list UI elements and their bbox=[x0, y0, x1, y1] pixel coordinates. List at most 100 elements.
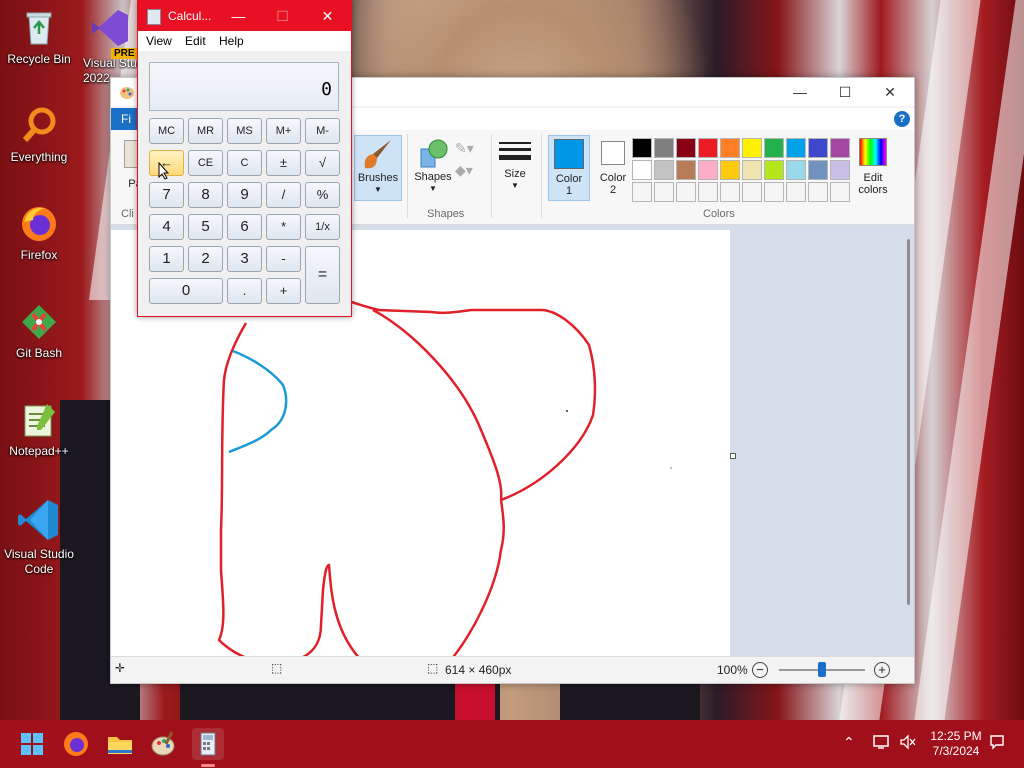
palette-swatch[interactable] bbox=[786, 160, 806, 180]
key-1[interactable]: 1 bbox=[149, 246, 184, 272]
taskbar-paint[interactable] bbox=[148, 728, 180, 760]
palette-swatch[interactable] bbox=[676, 160, 696, 180]
palette-swatch[interactable] bbox=[654, 160, 674, 180]
calculator-minimize-button[interactable]: — bbox=[216, 1, 261, 31]
key-0[interactable]: 0 bbox=[149, 278, 223, 304]
key-m-minus[interactable]: M- bbox=[305, 118, 340, 144]
key-ms[interactable]: MS bbox=[227, 118, 262, 144]
palette-swatch[interactable] bbox=[742, 138, 762, 158]
taskbar-firefox[interactable] bbox=[60, 728, 92, 760]
palette-swatch[interactable] bbox=[808, 138, 828, 158]
key-7[interactable]: 7 bbox=[149, 182, 184, 208]
shapes-button[interactable]: Shapes ▼ bbox=[413, 135, 453, 195]
color1-button[interactable]: Color 1 bbox=[548, 135, 590, 201]
recycle-bin-shortcut[interactable]: Recycle Bin bbox=[1, 8, 77, 67]
zoom-out-button[interactable]: − bbox=[752, 662, 768, 678]
custom-color-slot[interactable] bbox=[676, 182, 696, 202]
menu-view[interactable]: View bbox=[146, 34, 172, 48]
custom-color-slot[interactable] bbox=[786, 182, 806, 202]
clock[interactable]: 12:25 PM 7/3/2024 bbox=[930, 729, 982, 759]
palette-swatch[interactable] bbox=[742, 160, 762, 180]
calculator-close-button[interactable]: ✕ bbox=[305, 1, 350, 31]
palette-swatch[interactable] bbox=[676, 138, 696, 158]
volume-muted-icon[interactable] bbox=[899, 734, 917, 753]
zoom-slider-track[interactable] bbox=[779, 662, 865, 677]
key-6[interactable]: 6 bbox=[227, 214, 262, 240]
key-multiply[interactable]: * bbox=[266, 214, 301, 240]
size-button[interactable]: Size ▼ bbox=[497, 138, 533, 192]
brushes-button[interactable]: Brushes ▼ bbox=[354, 135, 402, 201]
calculator-titlebar[interactable]: Calcul... — ☐ ✕ bbox=[138, 1, 351, 31]
custom-color-slot[interactable] bbox=[764, 182, 784, 202]
key-subtract[interactable]: - bbox=[266, 246, 301, 272]
key-plus-minus[interactable]: ± bbox=[266, 150, 301, 176]
palette-swatch[interactable] bbox=[698, 160, 718, 180]
key-mr[interactable]: MR bbox=[188, 118, 223, 144]
palette-swatch[interactable] bbox=[764, 138, 784, 158]
key-reciprocal[interactable]: 1/x bbox=[305, 214, 340, 240]
calculator-maximize-button[interactable]: ☐ bbox=[260, 1, 305, 31]
everything-shortcut[interactable]: Everything bbox=[1, 106, 77, 165]
show-hidden-icons-chevron-icon[interactable]: ⌃ bbox=[843, 734, 855, 751]
vscode-shortcut[interactable]: Visual Studio Code bbox=[1, 497, 77, 577]
notepad-plus-plus-shortcut[interactable]: Notepad++ bbox=[1, 400, 77, 459]
color2-swatch bbox=[601, 141, 625, 165]
taskbar-calculator[interactable] bbox=[192, 728, 224, 767]
git-bash-shortcut[interactable]: Git Bash bbox=[1, 302, 77, 361]
custom-color-slot[interactable] bbox=[808, 182, 828, 202]
custom-color-slot[interactable] bbox=[742, 182, 762, 202]
key-9[interactable]: 9 bbox=[227, 182, 262, 208]
taskbar-file-explorer[interactable] bbox=[104, 728, 136, 760]
paint-maximize-button[interactable]: ☐ bbox=[822, 78, 868, 106]
key-decimal[interactable]: . bbox=[227, 278, 262, 304]
custom-color-slot[interactable] bbox=[632, 182, 652, 202]
key-add[interactable]: + bbox=[266, 278, 301, 304]
key-sqrt[interactable]: √ bbox=[305, 150, 340, 176]
custom-color-slot[interactable] bbox=[720, 182, 740, 202]
palette-swatch[interactable] bbox=[830, 138, 850, 158]
key-8[interactable]: 8 bbox=[188, 182, 223, 208]
paint-close-button[interactable]: ✕ bbox=[867, 78, 913, 106]
vertical-scrollbar[interactable] bbox=[907, 239, 910, 605]
palette-swatch[interactable] bbox=[632, 160, 652, 180]
help-icon[interactable]: ? bbox=[894, 111, 910, 127]
custom-color-slot[interactable] bbox=[654, 182, 674, 202]
canvas-resize-handle[interactable] bbox=[730, 453, 736, 459]
palette-swatch[interactable] bbox=[720, 160, 740, 180]
key-3[interactable]: 3 bbox=[227, 246, 262, 272]
menu-help[interactable]: Help bbox=[219, 34, 244, 48]
key-5[interactable]: 5 bbox=[188, 214, 223, 240]
fill-icon[interactable]: ◆▾ bbox=[455, 162, 473, 179]
palette-swatch[interactable] bbox=[720, 138, 740, 158]
outline-icon[interactable]: ✎▾ bbox=[455, 140, 474, 157]
firefox-shortcut[interactable]: Firefox bbox=[1, 204, 77, 263]
key-c[interactable]: C bbox=[227, 150, 262, 176]
start-button[interactable] bbox=[16, 728, 48, 760]
key-mc[interactable]: MC bbox=[149, 118, 184, 144]
custom-color-slot[interactable] bbox=[698, 182, 718, 202]
palette-swatch[interactable] bbox=[632, 138, 652, 158]
custom-color-slot[interactable] bbox=[830, 182, 850, 202]
key-equals[interactable]: = bbox=[305, 246, 340, 304]
palette-swatch[interactable] bbox=[698, 138, 718, 158]
zoom-in-button[interactable]: + bbox=[874, 662, 890, 678]
menu-edit[interactable]: Edit bbox=[185, 34, 206, 48]
network-icon[interactable] bbox=[873, 734, 891, 753]
palette-swatch[interactable] bbox=[830, 160, 850, 180]
key-percent[interactable]: % bbox=[305, 182, 340, 208]
key-ce[interactable]: CE bbox=[188, 150, 223, 176]
key-4[interactable]: 4 bbox=[149, 214, 184, 240]
notifications-icon[interactable] bbox=[989, 734, 1005, 753]
key-m-plus[interactable]: M+ bbox=[266, 118, 301, 144]
edit-colors-button[interactable]: Edit colors bbox=[853, 136, 893, 196]
paint-minimize-button[interactable]: — bbox=[777, 78, 823, 106]
zoom-level-text: 100% bbox=[717, 663, 748, 677]
palette-swatch[interactable] bbox=[764, 160, 784, 180]
palette-swatch[interactable] bbox=[808, 160, 828, 180]
key-2[interactable]: 2 bbox=[188, 246, 223, 272]
zoom-slider-thumb[interactable] bbox=[818, 662, 826, 677]
palette-swatch[interactable] bbox=[786, 138, 806, 158]
palette-swatch[interactable] bbox=[654, 138, 674, 158]
key-divide[interactable]: / bbox=[266, 182, 301, 208]
color2-button[interactable]: Color 2 bbox=[593, 135, 633, 199]
